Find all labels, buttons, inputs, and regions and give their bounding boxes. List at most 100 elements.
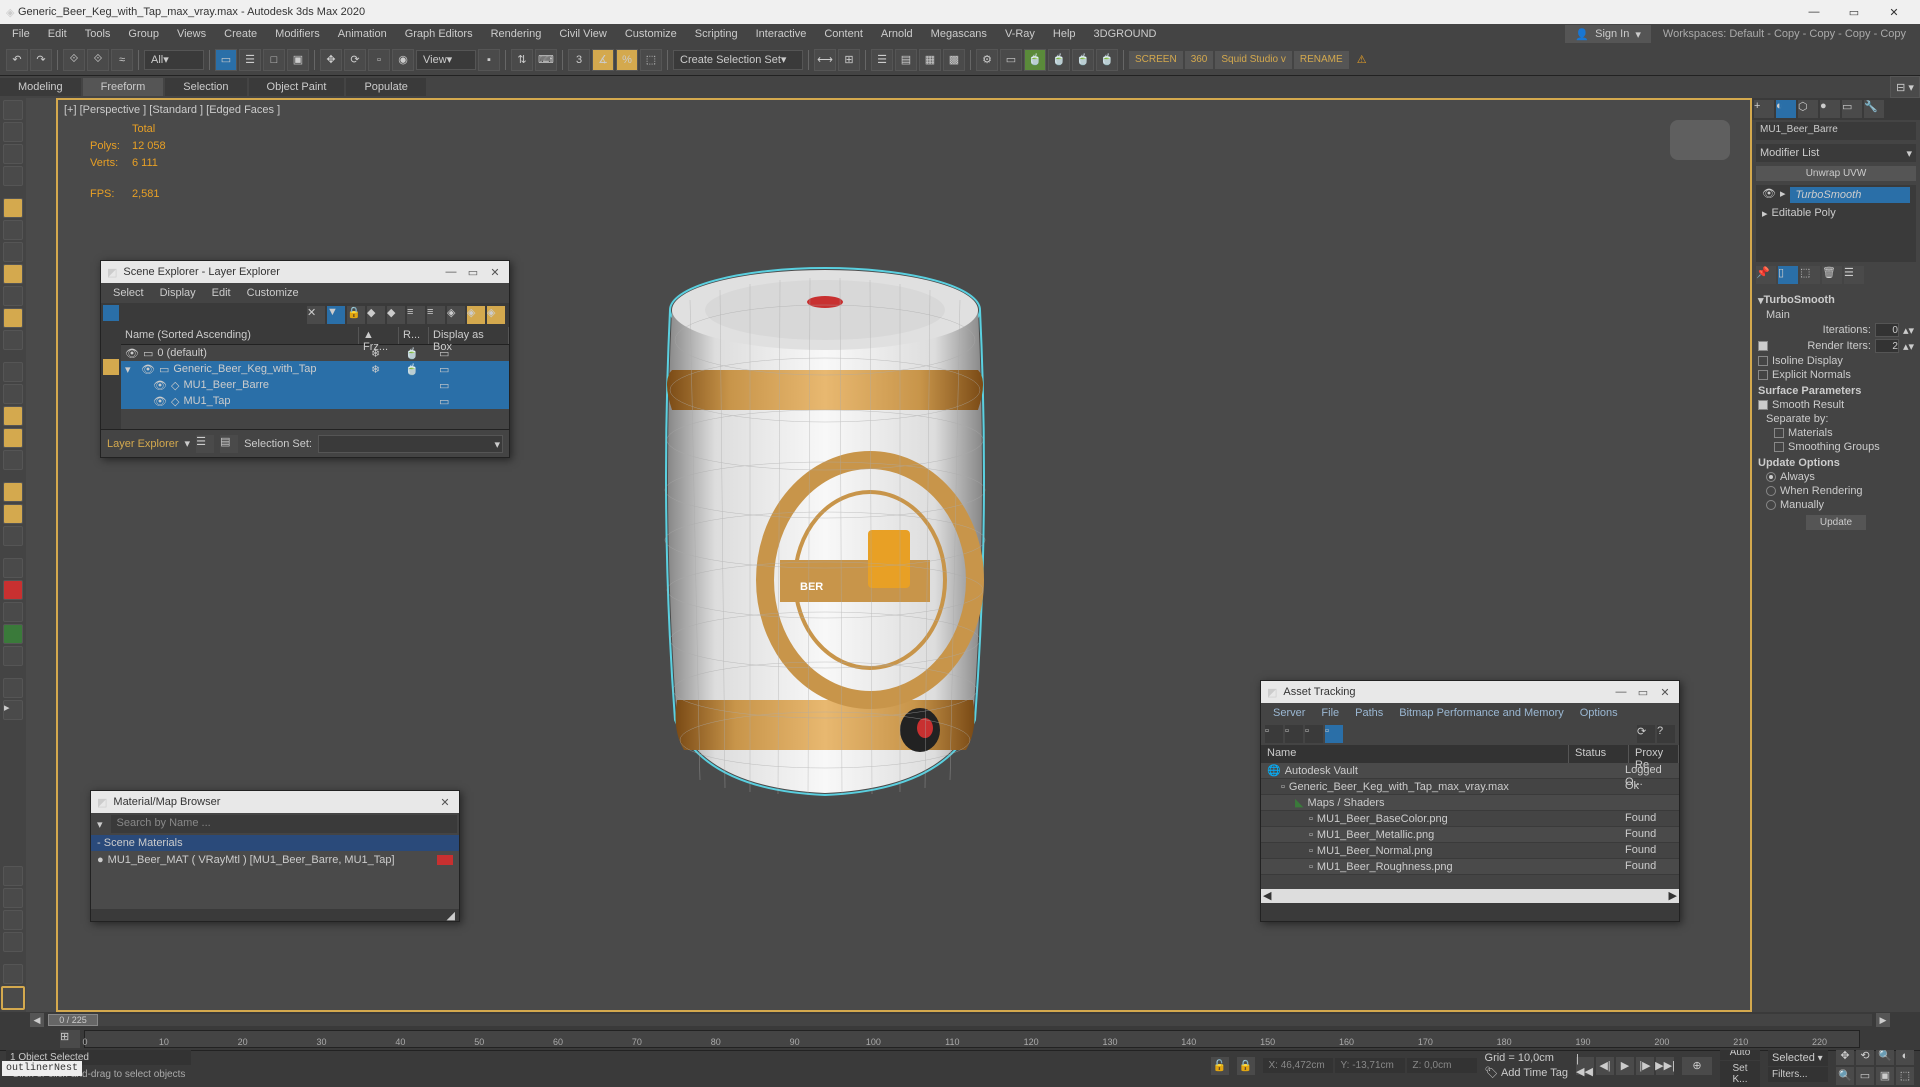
se-sb-3[interactable] [103,341,119,357]
link-button[interactable]: ⟐ [63,49,85,71]
goto-end[interactable]: ▶▶| [1656,1057,1674,1075]
asset-row[interactable]: ▫MU1_Beer_Metallic.pngFound [1261,827,1679,843]
manual-radio[interactable] [1766,500,1776,510]
percent-snap-button[interactable]: % [616,49,638,71]
lt-19[interactable] [3,526,23,546]
redo-button[interactable]: ↷ [30,49,52,71]
lt-24[interactable] [3,646,23,666]
lt-17[interactable] [3,482,23,502]
menu-interactive[interactable]: Interactive [748,26,815,42]
lt-20[interactable] [3,558,23,578]
menu-rendering[interactable]: Rendering [483,26,550,42]
asset-tracking-title[interactable]: ◩ Asset Tracking — ▭ ✕ [1261,681,1679,703]
maximize-icon[interactable]: ▭ [465,266,481,279]
pivot-button[interactable]: ▪ [478,49,500,71]
selection-set-combo[interactable]: ▾ [318,435,503,453]
menu-content[interactable]: Content [816,26,871,42]
menu-modifiers[interactable]: Modifiers [267,26,328,42]
time-slider[interactable]: ◀ 0 / 225 ▶ [0,1012,1920,1028]
render-4-button[interactable]: 🍵 [1096,49,1118,71]
se-customize[interactable]: Customize [241,285,305,301]
restore-button[interactable]: ▭ [1834,0,1874,24]
minimize-icon[interactable]: — [443,266,459,278]
lt-b1[interactable] [3,866,23,886]
tab-selection[interactable]: Selection [165,78,246,96]
eye-icon[interactable]: 👁 [125,347,139,360]
slider-track[interactable]: 0 / 225 [48,1014,1872,1026]
lt-15[interactable] [3,428,23,448]
menu-create[interactable]: Create [216,26,265,42]
coord-screen[interactable]: SCREEN [1129,51,1183,69]
hierarchy-tab[interactable]: ⬡ [1798,100,1818,118]
unlink-button[interactable]: ⟐ [87,49,109,71]
render-2-button[interactable]: 🍵 [1048,49,1070,71]
max-viewport[interactable]: ⬚ [1896,1067,1914,1085]
se-edit[interactable]: Edit [206,285,237,301]
squid-field[interactable]: Squid Studio v [1215,51,1292,69]
lt-18[interactable] [3,504,23,524]
time-tag[interactable]: 🏷 Add Time Tag [1485,1066,1568,1079]
menu-tools[interactable]: Tools [77,26,119,42]
explicit-check[interactable] [1758,370,1768,380]
set-key[interactable]: Set K... [1720,1061,1760,1087]
spinner-snap-button[interactable]: ⬚ [640,49,662,71]
display-tab[interactable]: ▭ [1842,100,1862,118]
se-lock[interactable]: 🔒 [347,306,365,324]
lt-14[interactable] [3,406,23,426]
maxscript-listener[interactable]: outlinerNest [2,1061,82,1076]
goto-start[interactable]: |◀◀ [1576,1057,1594,1075]
play-button[interactable]: ▶ [1616,1057,1634,1075]
snap-button[interactable]: 3 [568,49,590,71]
window-crossing-button[interactable]: ▣ [287,49,309,71]
at-t5[interactable]: ⟳ [1637,725,1655,743]
at-t6[interactable]: ? [1657,725,1675,743]
key-mode[interactable]: ⊕ [1682,1057,1712,1075]
lt-12[interactable] [3,362,23,382]
zoom-ext-button[interactable]: ▣ [1876,1067,1894,1085]
menu-group[interactable]: Group [120,26,167,42]
lt-23[interactable] [3,624,23,644]
rotate-button[interactable]: ⟳ [344,49,366,71]
eye-icon[interactable]: 👁 [153,395,167,408]
minimize-icon[interactable]: — [1613,686,1629,698]
scene-materials-header[interactable]: - Scene Materials [91,835,459,851]
menu-grapheditors[interactable]: Graph Editors [397,26,481,42]
smooth-check[interactable] [1758,400,1768,410]
isolate-button[interactable]: 🔒 [1237,1057,1255,1075]
signin-button[interactable]: 👤Sign In▾ [1565,25,1650,43]
unique-button[interactable]: ⬚ [1800,266,1820,284]
eye-icon[interactable]: 👁 [1762,187,1776,203]
asset-tracking-body[interactable]: 🌐Autodesk VaultLogged O... ▫Generic_Beer… [1261,763,1679,889]
scene-explorer-title[interactable]: ◩ Scene Explorer - Layer Explorer — ▭ ✕ [101,261,509,283]
ref-coord[interactable]: View ▾ [416,50,476,70]
se-filter[interactable]: ▼ [327,306,345,324]
ribbon-collapse[interactable]: ⊟ ▾ [1890,76,1920,98]
beer-keg-model[interactable]: BER [650,240,1000,810]
align-button[interactable]: ⊞ [838,49,860,71]
at-t1[interactable]: ▫ [1265,725,1283,743]
lt-b5[interactable] [3,964,23,984]
lt-16[interactable] [3,450,23,470]
isoline-check[interactable] [1758,356,1768,366]
select-name-button[interactable]: ☰ [239,49,261,71]
close-button[interactable]: ✕ [1874,0,1914,24]
lt-8[interactable] [3,264,23,284]
menu-views[interactable]: Views [169,26,214,42]
lt-b2[interactable] [3,888,23,908]
show-result[interactable]: ▯ [1778,266,1798,284]
move-button[interactable]: ✥ [320,49,342,71]
lt-b4[interactable] [3,932,23,952]
lt-13[interactable] [3,384,23,404]
named-selection[interactable]: Create Selection Set ▾ [673,50,803,70]
at-t4[interactable]: ▫ [1325,725,1343,743]
eye-icon[interactable]: 👁 [141,363,155,376]
object-name[interactable]: MU1_Beer_Barre [1756,122,1916,140]
eye-icon[interactable]: 👁 [153,379,167,392]
at-scrollbar[interactable]: ◀▶ [1261,889,1679,903]
se-t7[interactable]: ◈ [487,306,505,324]
iterations-input[interactable] [1875,323,1899,337]
placement-button[interactable]: ◉ [392,49,414,71]
mm-search[interactable]: Search by Name ... [111,815,457,833]
menu-scripting[interactable]: Scripting [687,26,746,42]
object-row[interactable]: 👁◇MU1_Beer_Barre▭ [121,377,509,393]
